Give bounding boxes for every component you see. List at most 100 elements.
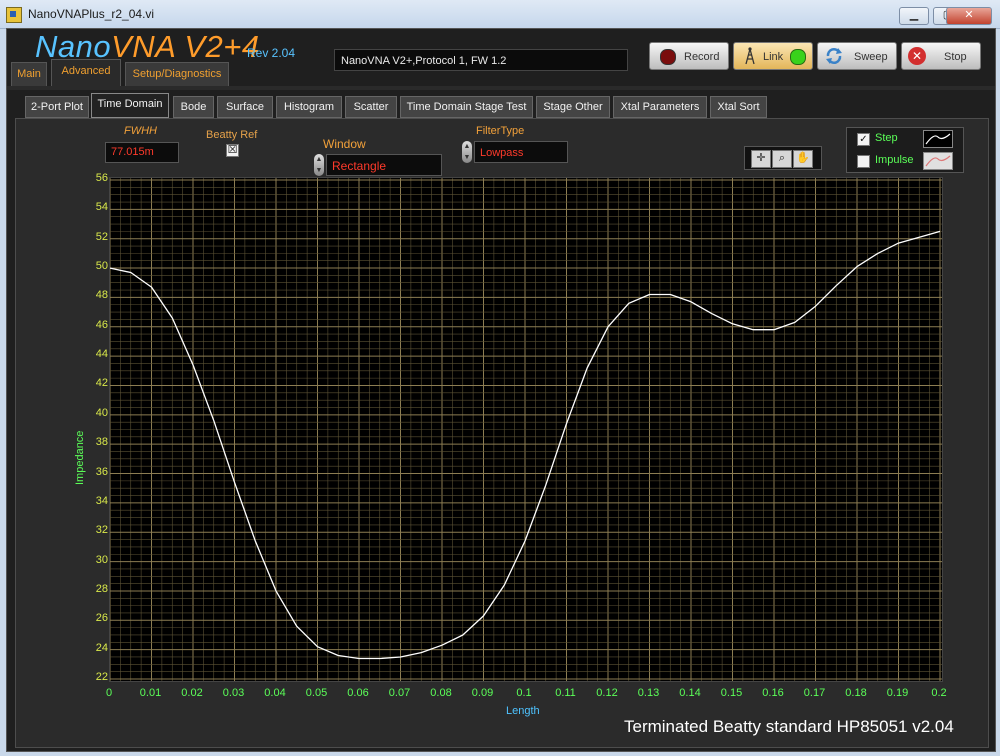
record-label: Record (684, 51, 720, 63)
x-tick-label: 0 (105, 687, 113, 699)
fwhh-value: 77.015m (105, 142, 179, 163)
link-button[interactable]: Link (733, 42, 813, 70)
y-tick-label: 26 (95, 612, 108, 625)
y-tick-label: 34 (95, 494, 108, 507)
x-tick-labels: 0 0.01 0.02 0.03 0.04 0.05 0.06 0.07 0.08 0.09 0.1… (16, 687, 988, 703)
revision-label: Rev 2.04 (247, 46, 296, 60)
y-tick-label: 36 (95, 465, 108, 478)
x-tick-label: 0.17 (803, 687, 826, 699)
stop-icon: ✕ (908, 47, 926, 65)
window-titlebar: NanoVNAPlus_r2_04.vi ▁ ▢ ✕ (0, 0, 1000, 29)
beatty-ref-checkbox[interactable]: ☒ (226, 144, 239, 157)
x-tick-label: 0.18 (845, 687, 867, 699)
graph-palette: ✛ ⌕ ✋ (744, 146, 822, 170)
y-tick-label: 50 (95, 260, 108, 273)
subtab-bode[interactable]: Bode (173, 96, 214, 118)
logo-vna-text: VNA V2+4 (111, 29, 260, 64)
subtab-surface[interactable]: Surface (217, 96, 273, 118)
plot-svg (110, 178, 942, 681)
y-tick-label: 24 (95, 641, 108, 654)
y-tick-label: 40 (95, 406, 108, 419)
impulse-line-swatch-icon[interactable] (923, 152, 953, 170)
pan-hand-icon[interactable]: ✋ (793, 150, 813, 168)
tab-main[interactable]: Main (11, 62, 47, 86)
filter-type-label: FilterType (476, 125, 525, 137)
x-tick-label: 0.15 (720, 687, 743, 699)
filter-type-select[interactable]: Lowpass (474, 141, 568, 163)
app-icon (6, 7, 22, 23)
subtab-time-domain-stage-test[interactable]: Time Domain Stage Test (400, 96, 533, 118)
subtab-histogram[interactable]: Histogram (276, 96, 342, 118)
window-select[interactable]: Rectangle (326, 154, 442, 176)
window-spinner[interactable]: ▲ ▼ (314, 154, 324, 176)
filter-type-spinner[interactable]: ▲ ▼ (462, 141, 472, 163)
x-tick-label: 0.11 (555, 687, 576, 699)
footer-caption: Terminated Beatty standard HP85051 v2.04 (624, 717, 954, 736)
tab-setup-diagnostics[interactable]: Setup/Diagnostics (125, 62, 229, 86)
subtab-scatter[interactable]: Scatter (345, 96, 397, 118)
y-tick-label: 54 (95, 201, 108, 214)
sweep-refresh-icon (824, 47, 844, 65)
y-tick-label: 44 (95, 348, 108, 361)
impulse-label: Impulse (875, 154, 914, 166)
x-tick-label: 0.1 (516, 687, 532, 699)
antenna-icon (742, 47, 758, 65)
plot-legend: ✓ Step Impulse (846, 127, 964, 173)
x-tick-label: 0.12 (596, 687, 618, 699)
x-tick-label: 0.06 (347, 687, 369, 699)
x-tick-label: 0.16 (762, 687, 784, 699)
minimize-button[interactable]: ▁ (899, 7, 929, 25)
x-axis-label: Length (506, 705, 540, 717)
x-tick-label: 0.13 (637, 687, 660, 699)
step-line-swatch-icon[interactable] (923, 130, 953, 148)
y-tick-label: 30 (95, 553, 108, 566)
window-title: NanoVNAPlus_r2_04.vi (28, 7, 155, 21)
time-domain-panel: FWHH 77.015m Beatty Ref ☒ Window ▲ ▼ Rect… (15, 118, 989, 748)
device-status: NanoVNA V2+,Protocol 1, FW 1.2 (334, 49, 628, 71)
y-tick-label: 48 (95, 289, 108, 302)
record-led-icon (660, 49, 676, 65)
stop-button[interactable]: ✕ Stop (901, 42, 981, 70)
y-tick-label: 28 (95, 582, 108, 595)
subtab-2-port-plot[interactable]: 2-Port Plot (25, 96, 89, 118)
subtab-xtal-parameters[interactable]: Xtal Parameters (613, 96, 707, 118)
step-label: Step (875, 132, 898, 144)
y-tick-labels: 56 54 52 50 48 46 44 42 40 38 36 34 32 30 28 26 24 22 (80, 119, 112, 739)
app-window: NanoVNA V2+4 Rev 2.04 NanoVNA V2+,Protoc… (6, 28, 996, 752)
x-tick-label: 0.01 (139, 687, 162, 699)
subtab-time-domain[interactable]: Time Domain (91, 93, 169, 118)
x-tick-label: 0.09 (471, 687, 494, 699)
y-tick-label: 56 (95, 172, 108, 184)
crosshair-cursor-icon[interactable]: ✛ (751, 150, 771, 168)
stop-label: Stop (944, 51, 967, 63)
fwhh-label: FWHH (124, 125, 157, 137)
y-tick-label: 32 (95, 524, 108, 537)
sweep-label: Sweep (854, 51, 888, 63)
y-tick-label: 52 (95, 230, 108, 243)
x-tick-label: 0.08 (430, 687, 452, 699)
sweep-button[interactable]: Sweep (817, 42, 897, 70)
link-led-icon (790, 49, 806, 65)
record-button[interactable]: Record (649, 42, 729, 70)
x-tick-label: 0.2 (931, 687, 947, 699)
tab-advanced[interactable]: Advanced (51, 59, 121, 86)
impulse-checkbox[interactable] (857, 155, 870, 168)
window-label: Window (323, 137, 366, 151)
y-tick-label: 22 (95, 671, 108, 683)
x-tick-label: 0.03 (222, 687, 245, 699)
x-tick-label: 0.19 (886, 687, 909, 699)
y-tick-label: 42 (95, 377, 108, 390)
x-tick-label: 0.05 (305, 687, 328, 699)
tab-strip (7, 86, 995, 90)
close-button[interactable]: ✕ (946, 7, 992, 25)
y-tick-label: 38 (95, 436, 108, 449)
step-checkbox[interactable]: ✓ (857, 133, 870, 146)
zoom-icon[interactable]: ⌕ (772, 150, 792, 168)
y-tick-label: 46 (95, 318, 108, 331)
subtab-xtal-sort[interactable]: Xtal Sort (710, 96, 767, 118)
x-tick-label: 0.14 (679, 687, 701, 699)
time-domain-plot[interactable] (109, 177, 943, 682)
subtab-stage-other[interactable]: Stage Other (536, 96, 610, 118)
x-tick-label: 0.04 (264, 687, 286, 699)
x-tick-label: 0.07 (388, 687, 411, 699)
